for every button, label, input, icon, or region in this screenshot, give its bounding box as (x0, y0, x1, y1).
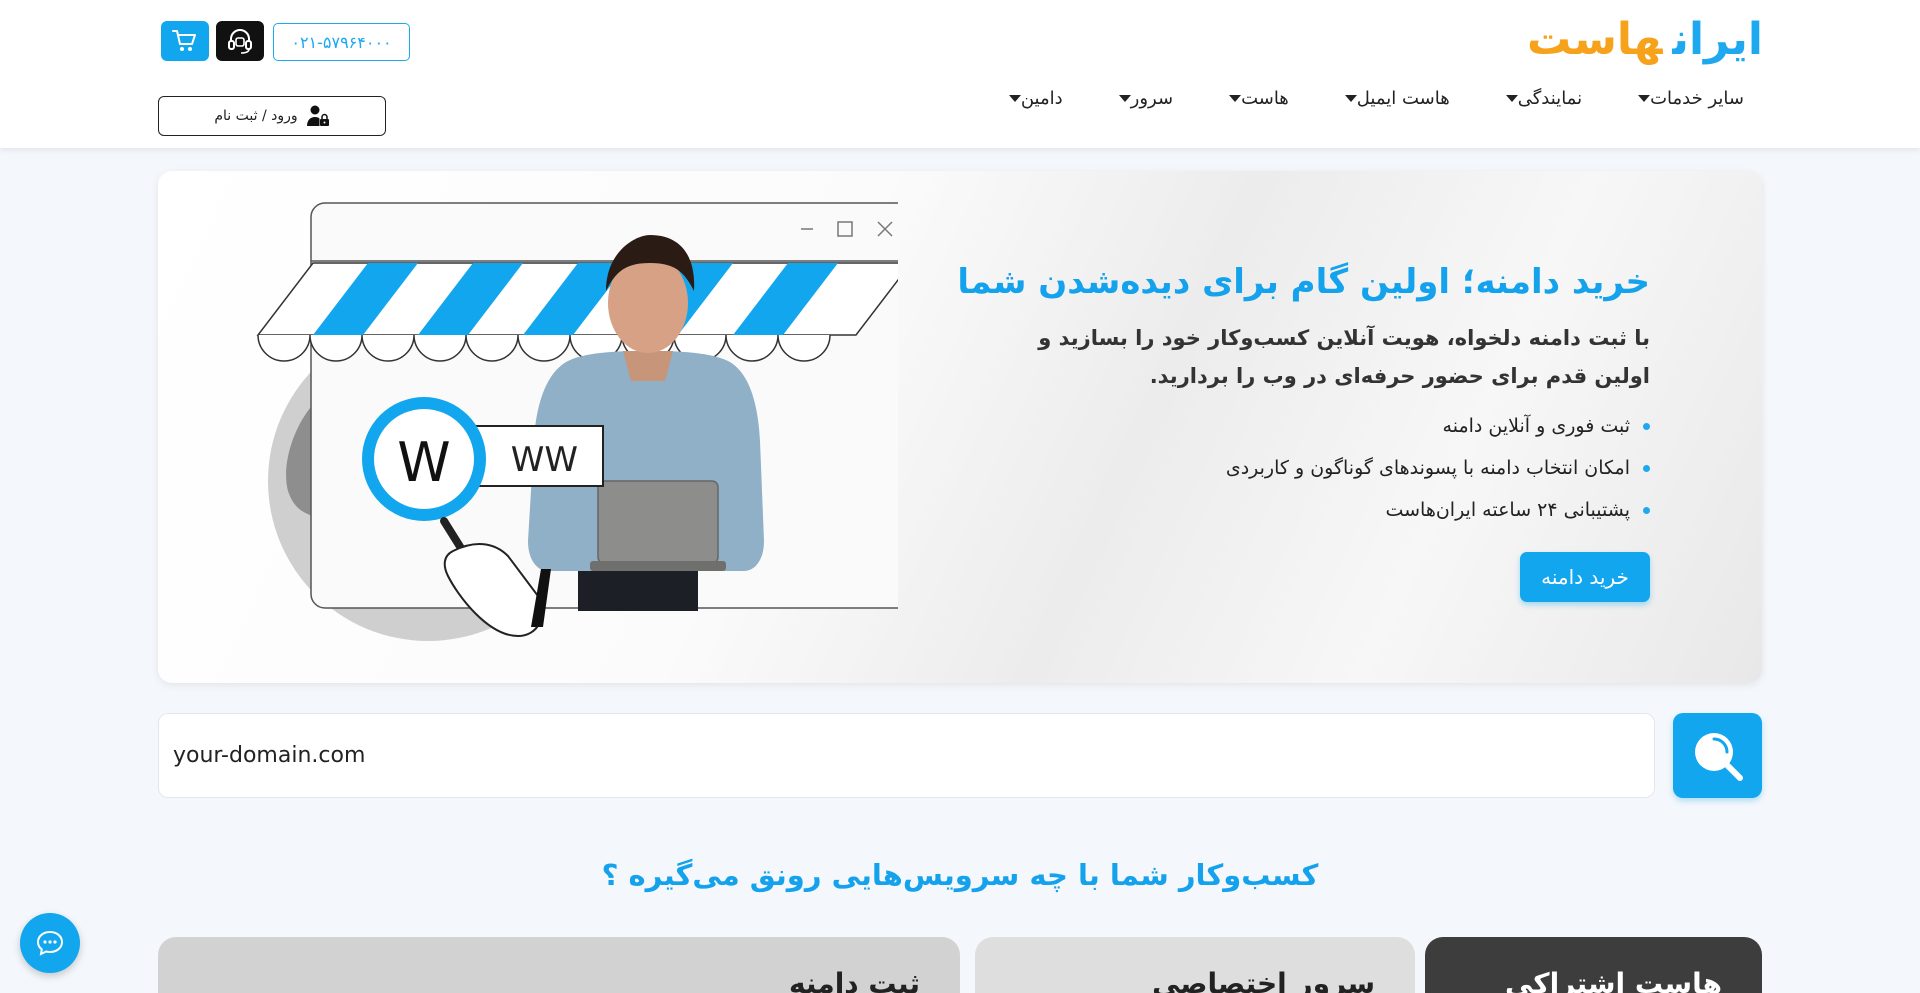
hero-illustration: WW W (256, 202, 898, 641)
list-item: پشتیبانی ۲۴ ساعته ایران‌هاست (1010, 489, 1650, 531)
hero-banner: خرید دامنه؛ اولین گام برای دیده‌شدن شما … (158, 171, 1762, 683)
logo-part-2: هاست (1527, 14, 1663, 65)
nav-label: هاست ایمیل (1356, 87, 1450, 109)
cart-icon (172, 30, 196, 51)
hero-title: خرید دامنه؛ اولین گام برای دیده‌شدن شما (957, 262, 1650, 302)
domain-search-input[interactable] (173, 743, 1640, 768)
site-header: ایرانهاست دامین سرور هاست هاست ایمیل نما… (0, 0, 1920, 148)
headset-icon (228, 29, 252, 54)
phone-number[interactable]: ۰۲۱-۵۷۹۶۴۰۰۰ (273, 23, 410, 61)
search-icon (1694, 732, 1743, 781)
www-small-text: WW (511, 440, 578, 480)
nav-item-server[interactable]: سرور (1089, 82, 1199, 114)
awning-illustration (256, 262, 898, 362)
hero-description: با ثبت دامنه دلخواه، هویت آنلاین کسب‌وکا… (1038, 326, 1650, 388)
nav-label: نمایندگی (1517, 87, 1583, 109)
nav-label: سایر خدمات (1650, 87, 1744, 109)
www-big-text: W (397, 431, 450, 494)
search-button[interactable] (1673, 713, 1762, 798)
hero-bullet-list: ثبت فوری و آنلاین دامنه امکان انتخاب دام… (1010, 405, 1650, 531)
chat-button[interactable] (20, 913, 80, 973)
caret-down-icon (1344, 94, 1357, 102)
caret-down-icon (1505, 94, 1518, 102)
site-logo[interactable]: ایرانهاست (1527, 10, 1763, 70)
main-nav: دامین سرور هاست هاست ایمیل نمایندگی سایر… (979, 82, 1770, 114)
card-title: سرور اختصاصی (1152, 967, 1375, 993)
service-card-domain[interactable]: ثبت دامنه (158, 937, 960, 993)
nav-label: سرور (1130, 87, 1174, 109)
nav-item-host[interactable]: هاست (1199, 82, 1315, 114)
list-item: امکان انتخاب دامنه با پسوندهای گوناگون و… (1010, 447, 1650, 489)
caret-down-icon (1229, 94, 1242, 102)
logo-part-1: ایران (1672, 14, 1763, 65)
caret-down-icon (1638, 94, 1651, 102)
nav-label: دامین (1020, 87, 1063, 109)
cart-button[interactable] (161, 21, 209, 61)
domain-search-box (158, 713, 1655, 798)
card-title: هاست اشتراکی (1504, 967, 1722, 993)
login-register-button[interactable]: ورود / ثبت نام (158, 96, 386, 136)
section-title: کسب‌وکار شما با چه سرویس‌هایی رونق می‌گی… (601, 858, 1319, 892)
chat-icon (36, 930, 64, 956)
nav-item-domain[interactable]: دامین (979, 82, 1089, 114)
nav-item-email-host[interactable]: هاست ایمیل (1315, 82, 1476, 114)
login-label: ورود / ثبت نام (214, 108, 298, 124)
list-item: ثبت فوری و آنلاین دامنه (1010, 405, 1650, 447)
service-card-shared-host[interactable]: هاست اشتراکی (1425, 937, 1762, 993)
nav-label: هاست (1241, 87, 1289, 109)
service-card-dedicated-server[interactable]: سرور اختصاصی (975, 937, 1415, 993)
caret-down-icon (1118, 94, 1131, 102)
user-lock-icon (306, 105, 329, 126)
support-button[interactable] (216, 21, 264, 61)
nav-item-other-services[interactable]: سایر خدمات (1608, 82, 1770, 114)
buy-domain-button[interactable]: خرید دامنه (1520, 552, 1650, 602)
card-title: ثبت دامنه (788, 967, 920, 993)
nav-item-reseller[interactable]: نمایندگی (1476, 82, 1608, 114)
caret-down-icon (1008, 94, 1021, 102)
